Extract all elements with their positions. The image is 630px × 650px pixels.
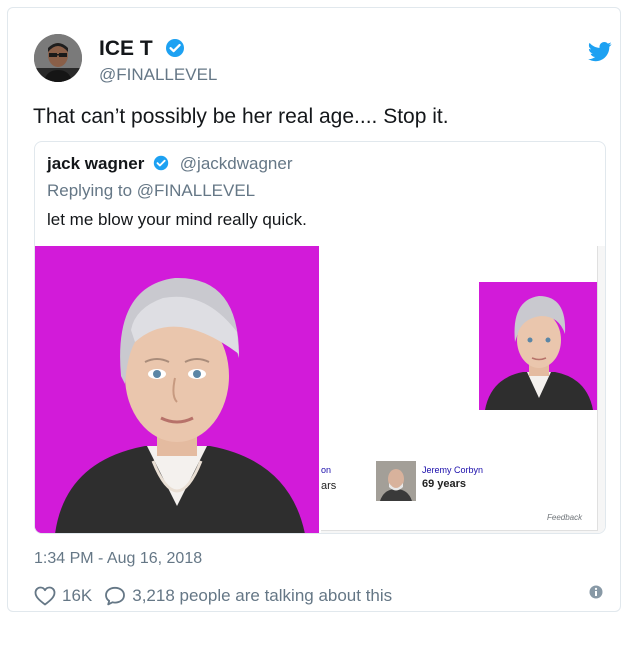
conversation-count[interactable]: 3,218 people are talking about this	[132, 586, 392, 606]
replying-to-text[interactable]: Replying to @FINALLEVEL	[47, 181, 255, 201]
corbyn-thumbnail	[376, 461, 416, 501]
twitter-bird-icon[interactable]	[587, 42, 612, 67]
heart-icon[interactable]	[34, 586, 56, 606]
tweet-actions: 16K 3,218 people are talking about this	[34, 584, 392, 608]
info-icon[interactable]	[589, 585, 603, 604]
quoted-author-name[interactable]: jack wagner	[47, 154, 144, 173]
quoted-author-handle[interactable]: @jackdwagner	[180, 154, 293, 173]
cut-off-age: ars	[321, 480, 337, 492]
quoted-header: jack wagner @jackdwagner	[47, 154, 293, 176]
embedded-tweet-card: ICE T @FINALLEVEL That can’t possibly be…	[7, 7, 621, 612]
search-result-screenshot[interactable]: on ars Jeremy Corbyn 69 years Feedback	[321, 246, 605, 533]
quoted-media[interactable]: on ars Jeremy Corbyn 69 years Feedback	[35, 246, 605, 533]
quoted-text: let me blow your mind really quick.	[47, 210, 307, 229]
person-name-link: Jeremy Corbyn	[422, 465, 484, 475]
author-handle[interactable]: @FINALLEVEL	[99, 65, 217, 85]
screenshot-panel: on ars Jeremy Corbyn 69 years Feedback	[321, 246, 598, 531]
like-count[interactable]: 16K	[62, 586, 92, 606]
portrait-photo[interactable]	[35, 246, 319, 533]
author-name-text[interactable]: ICE T	[99, 37, 153, 60]
cut-off-name: on	[321, 465, 332, 475]
author-name[interactable]: ICE T	[99, 37, 185, 64]
tweet-timestamp[interactable]: 1:34 PM - Aug 16, 2018	[34, 550, 202, 568]
quoted-tweet[interactable]: jack wagner @jackdwagner Replying to @FI…	[34, 141, 606, 534]
author-avatar[interactable]	[34, 34, 82, 82]
verified-icon	[153, 155, 169, 176]
person-age: 69 years	[422, 478, 467, 490]
reply-bubble-icon[interactable]	[104, 586, 126, 606]
feedback-link: Feedback	[547, 513, 583, 522]
mini-portrait-photo	[479, 282, 597, 410]
verified-icon	[165, 38, 185, 64]
tweet-text: That can’t possibly be her real age.... …	[33, 105, 449, 128]
